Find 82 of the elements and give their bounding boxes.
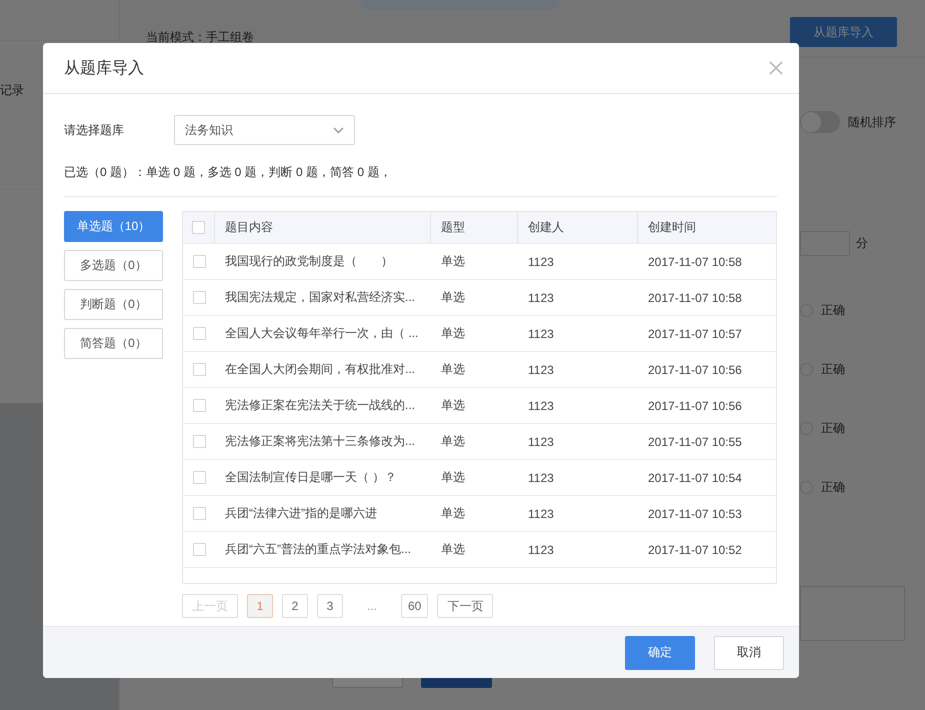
table-cell-text: 1123 — [527, 326, 555, 340]
table-cell-text: 1123 — [527, 542, 555, 556]
table-cell-text: 单选 — [440, 397, 466, 414]
table-cell-text: 1123 — [527, 362, 555, 376]
option-label: 正确 — [821, 302, 845, 318]
row-checkbox[interactable] — [192, 507, 206, 520]
option-label: 正确 — [821, 478, 845, 496]
text-area[interactable] — [800, 586, 905, 641]
page-ellipsis: ... — [366, 599, 378, 613]
selection-summary: 已选（0 题）：单选 0 题，多选 0 题，判断 0 题，简答 0 题， — [64, 164, 777, 197]
row-checkbox[interactable] — [192, 399, 206, 412]
table-cell-text: 2017-11-07 10:52 — [647, 542, 743, 556]
column-header: 创建人 — [518, 212, 638, 243]
table-cell-text: 我国现行的政党制度是（ ） — [224, 253, 394, 270]
table-cell-text: 宪法修正案将宪法第十三条修改为... — [224, 433, 416, 450]
table-cell-text: 2017-11-07 10:55 — [647, 434, 743, 448]
table-cell-text: 1123 — [527, 290, 555, 304]
confirm-button[interactable]: 确定 — [625, 636, 695, 670]
table-cell-text: 全国人大会议每年举行一次，由（ ... — [224, 325, 420, 342]
column-header: 题型 — [431, 212, 518, 243]
table-cell-text: 单选 — [440, 253, 466, 270]
radio-button[interactable] — [800, 422, 813, 434]
page-button[interactable]: 3 — [317, 594, 343, 618]
dialog-title: 从题库导入 — [64, 58, 144, 78]
category-tab[interactable]: 多选题（0） — [64, 250, 163, 281]
table-cell-text: 单选 — [440, 289, 466, 306]
table-cell-text: 单选 — [440, 505, 466, 522]
category-tab[interactable]: 判断题（0） — [64, 289, 163, 320]
table-cell-text: 单选 — [440, 361, 466, 378]
row-checkbox[interactable] — [192, 435, 206, 448]
table-cell-text: 1123 — [527, 434, 555, 448]
row-checkbox[interactable] — [192, 327, 206, 340]
table-cell-text: 2017-11-07 10:53 — [647, 506, 743, 520]
radio-button[interactable] — [800, 304, 813, 316]
radio-button[interactable] — [800, 480, 813, 494]
table-cell-text: 1123 — [527, 506, 555, 520]
next-page-button[interactable]: 下一页 — [437, 594, 494, 618]
close-icon[interactable] — [769, 61, 783, 75]
row-checkbox[interactable] — [192, 471, 206, 484]
bank-select[interactable]: 法务知识 — [174, 115, 355, 145]
table-cell-text: 兵团“法律六进”指的是哪六进 — [224, 505, 378, 522]
cancel-button[interactable]: 取消 — [714, 636, 784, 670]
row-checkbox[interactable] — [192, 291, 206, 304]
column-header: 题目内容 — [215, 212, 431, 243]
table-cell-text: 在全国人大闭会期间，有权批准对... — [224, 361, 416, 378]
table-cell-text: 宪法修正案在宪法关于统一战线的... — [224, 397, 416, 414]
table-cell-text: 单选 — [440, 433, 466, 450]
table-cell-text: 单选 — [440, 469, 466, 486]
option-label: 正确 — [821, 420, 845, 436]
row-checkbox[interactable] — [192, 255, 206, 268]
row-checkbox[interactable] — [192, 543, 206, 556]
table-cell-text: 1123 — [527, 254, 555, 268]
random-sort-toggle[interactable] — [800, 111, 840, 133]
table-cell-text: 全国法制宣传日是哪一天（ ）？ — [224, 469, 398, 486]
category-tab[interactable]: 简答题（0） — [64, 328, 163, 359]
table-cell-text: 单选 — [440, 325, 466, 342]
page-button[interactable]: 60 — [401, 594, 428, 618]
score-field[interactable] — [800, 231, 850, 256]
score-unit: 分 — [856, 235, 868, 252]
table-cell-text: 2017-11-07 10:54 — [647, 470, 743, 484]
radio-button[interactable] — [800, 362, 813, 376]
table-cell-text: 我国宪法规定，国家对私营经济实... — [224, 289, 416, 306]
chevron-down-icon — [333, 126, 344, 134]
table-cell-text: 1123 — [527, 398, 555, 412]
option-label: 正确 — [821, 360, 845, 378]
table-cell-text: 2017-11-07 10:56 — [647, 362, 743, 376]
table-cell-text: 2017-11-07 10:56 — [647, 398, 743, 412]
table-cell-text: 单选 — [440, 541, 466, 558]
category-tab[interactable]: 单选题（10） — [64, 211, 163, 242]
bank-label: 请选择题库 — [64, 122, 125, 138]
sidebar-item[interactable]: 记录 — [0, 82, 24, 98]
select-all-checkbox[interactable] — [192, 221, 205, 234]
toggle-label: 随机排序 — [848, 114, 896, 130]
table-cell-text: 2017-11-07 10:58 — [647, 290, 743, 304]
table-cell-text: 2017-11-07 10:57 — [647, 326, 743, 340]
page-button[interactable]: 2 — [282, 594, 308, 618]
row-checkbox[interactable] — [192, 363, 206, 376]
table-cell-text: 兵团“六五”普法的重点学法对象包... — [224, 541, 412, 558]
column-header: 创建时间 — [647, 219, 697, 236]
table-cell-text: 2017-11-07 10:58 — [647, 254, 743, 268]
mode-label: 当前模式：手工组卷 — [146, 28, 254, 46]
table-cell-text: 1123 — [527, 470, 555, 484]
